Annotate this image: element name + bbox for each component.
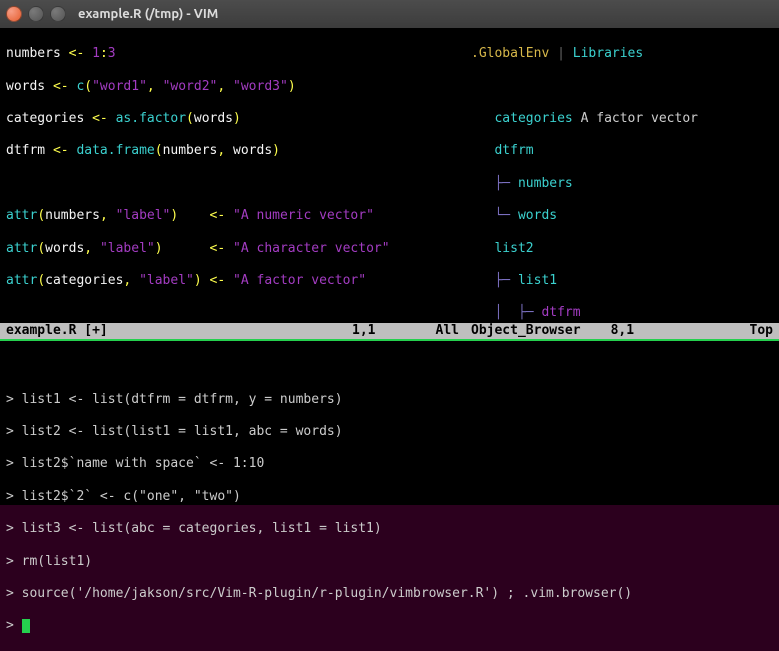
status-cursor-pos: 8,1 xyxy=(611,323,634,339)
code-line: attr(categories, "label") <- "A factor v… xyxy=(6,273,458,289)
status-filename: example.R [+] xyxy=(6,323,108,339)
code-pane[interactable]: numbers <- 1:3 words <- c("word1", "word… xyxy=(0,28,465,323)
code-line: numbers <- 1:3 xyxy=(6,46,458,62)
status-bar: example.R [+] 1,1 All Object_Browser 8,1… xyxy=(0,323,779,339)
code-line: words <- c("word1", "word2", "word3") xyxy=(6,79,458,95)
code-line xyxy=(6,305,458,321)
cursor-icon xyxy=(22,619,30,633)
console-line: > rm(list1) xyxy=(6,554,773,570)
close-icon[interactable] xyxy=(6,6,22,22)
console-line: > list1 <- list(dtfrm = dtfrm, y = numbe… xyxy=(6,392,773,408)
maximize-icon[interactable] xyxy=(50,6,66,22)
status-scroll-pct: All xyxy=(436,323,459,339)
code-line: attr(words, "label") <- "A character vec… xyxy=(6,241,458,257)
browser-row xyxy=(471,79,773,95)
status-cursor-pos: 1,1 xyxy=(352,323,375,339)
browser-row[interactable]: ├─ numbers xyxy=(471,176,773,192)
window-title: example.R (/tmp) - VIM xyxy=(78,7,218,21)
browser-row[interactable]: categories A factor vector xyxy=(471,111,773,127)
code-line xyxy=(6,176,458,192)
console-line: > list3 <- list(abc = categories, list1 … xyxy=(6,521,773,537)
code-line: attr(numbers, "label") <- "A numeric vec… xyxy=(6,208,458,224)
code-line: dtfrm <- data.frame(numbers, words) xyxy=(6,143,458,159)
r-console-pane[interactable]: > list1 <- list(dtfrm = dtfrm, y = numbe… xyxy=(0,341,779,505)
browser-row[interactable]: │ ├─ dtfrm xyxy=(471,305,773,321)
console-prompt[interactable]: > xyxy=(6,618,773,634)
object-browser-pane[interactable]: .GlobalEnv | Libraries categories A fact… xyxy=(465,28,779,323)
console-line: > list2$`name with space` <- 1:10 xyxy=(6,456,773,472)
code-line: categories <- as.factor(words) xyxy=(6,111,458,127)
editor-area: numbers <- 1:3 words <- c("word1", "word… xyxy=(0,28,779,505)
console-line: > source('/home/jakson/src/Vim-R-plugin/… xyxy=(6,586,773,602)
browser-row[interactable]: dtfrm xyxy=(471,143,773,159)
browser-row[interactable]: list2 xyxy=(471,241,773,257)
status-pane-name: Object_Browser xyxy=(471,323,581,339)
browser-row[interactable]: └─ words xyxy=(471,208,773,224)
browser-header: .GlobalEnv | Libraries xyxy=(471,46,773,62)
console-line: > list2$`2` <- c("one", "two") xyxy=(6,489,773,505)
status-scroll-pct: Top xyxy=(750,323,773,339)
browser-row[interactable]: ├─ list1 xyxy=(471,273,773,289)
titlebar: example.R (/tmp) - VIM xyxy=(0,0,779,28)
minimize-icon[interactable] xyxy=(28,6,44,22)
console-line: > list2 <- list(list1 = list1, abc = wor… xyxy=(6,424,773,440)
